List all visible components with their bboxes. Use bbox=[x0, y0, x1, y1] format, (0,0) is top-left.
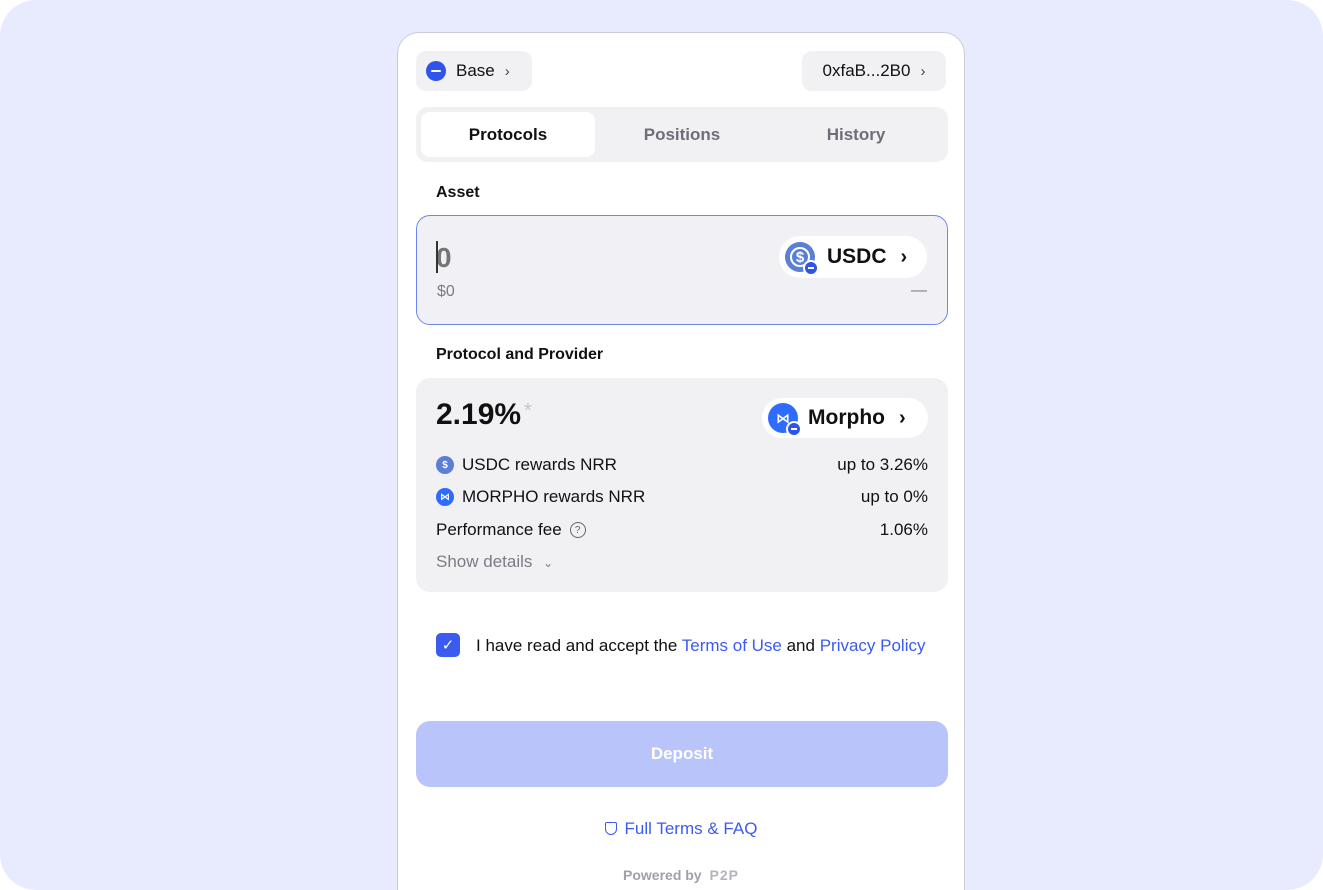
terms-checkbox[interactable]: ✓ bbox=[436, 633, 460, 657]
morpho-icon: ⋈ bbox=[768, 403, 802, 437]
powered-by-label: Powered by bbox=[623, 867, 702, 883]
tab-history[interactable]: History bbox=[769, 112, 943, 157]
row-label: MORPHO rewards NRR bbox=[462, 487, 646, 506]
deposit-button[interactable]: Deposit bbox=[416, 721, 948, 787]
chevron-right-icon: › bbox=[504, 62, 510, 80]
terms-text: I have read and accept the Terms of Use … bbox=[476, 634, 926, 658]
row-label: Performance fee bbox=[436, 520, 562, 539]
full-terms-faq-link[interactable]: Full Terms & FAQ bbox=[398, 819, 964, 839]
wallet-address: 0xfaB...2B0 bbox=[822, 61, 911, 80]
shield-check-icon bbox=[604, 822, 617, 835]
page-background: Base › 0xfaB...2B0 › Protocols Positions… bbox=[0, 0, 1323, 890]
protocol-box: 2.19% * ⋈ Morpho › $ USDC rewards NRR up… bbox=[416, 378, 948, 592]
chevron-down-icon: ⌄ bbox=[543, 556, 554, 570]
asset-input-box: $0 — $ USDC › bbox=[416, 215, 948, 325]
base-network-badge-icon bbox=[786, 421, 802, 437]
chevron-right-icon: › bbox=[920, 62, 926, 80]
apy-footnote-marker: * bbox=[524, 400, 532, 422]
terms-middle: and bbox=[781, 636, 820, 655]
chevron-right-icon: › bbox=[900, 245, 908, 268]
p2p-logo: P2P bbox=[709, 867, 739, 883]
tab-bar: Protocols Positions History bbox=[416, 107, 948, 162]
amount-input[interactable] bbox=[436, 238, 636, 278]
row-value: 1.06% bbox=[879, 520, 928, 539]
show-details-toggle[interactable]: Show details ⌄ bbox=[436, 552, 553, 572]
row-value: up to 3.26% bbox=[837, 455, 928, 474]
base-network-badge-icon bbox=[803, 260, 819, 276]
chevron-right-icon: › bbox=[898, 406, 906, 429]
help-icon[interactable]: ? bbox=[569, 522, 586, 538]
token-label: USDC bbox=[827, 245, 887, 268]
privacy-policy-link[interactable]: Privacy Policy bbox=[820, 636, 926, 655]
terms-prefix: I have read and accept the bbox=[476, 636, 682, 655]
token-selector[interactable]: $ USDC › bbox=[779, 236, 927, 278]
usdc-icon: $ bbox=[436, 456, 454, 474]
powered-by: Powered by P2P bbox=[398, 867, 964, 883]
apy-value: 2.19% bbox=[436, 398, 522, 431]
usdc-icon: $ bbox=[785, 242, 819, 276]
usdc-rewards-row: $ USDC rewards NRR up to 3.26% bbox=[436, 453, 928, 477]
balance-value: — bbox=[911, 282, 927, 299]
checkmark-icon: ✓ bbox=[441, 637, 455, 654]
performance-fee-row: Performance fee ? 1.06% bbox=[436, 518, 928, 542]
row-value: up to 0% bbox=[860, 487, 928, 506]
asset-section-label: Asset bbox=[436, 184, 480, 201]
faq-label: Full Terms & FAQ bbox=[624, 819, 758, 838]
row-label: USDC rewards NRR bbox=[462, 455, 617, 474]
staking-widget: Base › 0xfaB...2B0 › Protocols Positions… bbox=[397, 32, 965, 890]
amount-usd-value: $0 bbox=[437, 283, 455, 300]
wallet-selector[interactable]: 0xfaB...2B0 › bbox=[802, 51, 946, 91]
protocol-section-label: Protocol and Provider bbox=[436, 346, 604, 363]
tab-positions[interactable]: Positions bbox=[595, 112, 769, 157]
network-label: Base bbox=[456, 61, 495, 80]
provider-selector[interactable]: ⋈ Morpho › bbox=[762, 398, 928, 438]
tab-protocols[interactable]: Protocols bbox=[421, 112, 595, 157]
terms-of-use-link[interactable]: Terms of Use bbox=[682, 636, 782, 655]
show-details-label: Show details bbox=[436, 552, 533, 571]
morpho-icon: ⋈ bbox=[436, 488, 454, 506]
base-network-icon bbox=[426, 61, 446, 81]
text-caret bbox=[436, 241, 438, 273]
morpho-rewards-row: ⋈ MORPHO rewards NRR up to 0% bbox=[436, 485, 928, 509]
provider-label: Morpho bbox=[808, 406, 885, 429]
network-selector[interactable]: Base › bbox=[416, 51, 532, 91]
